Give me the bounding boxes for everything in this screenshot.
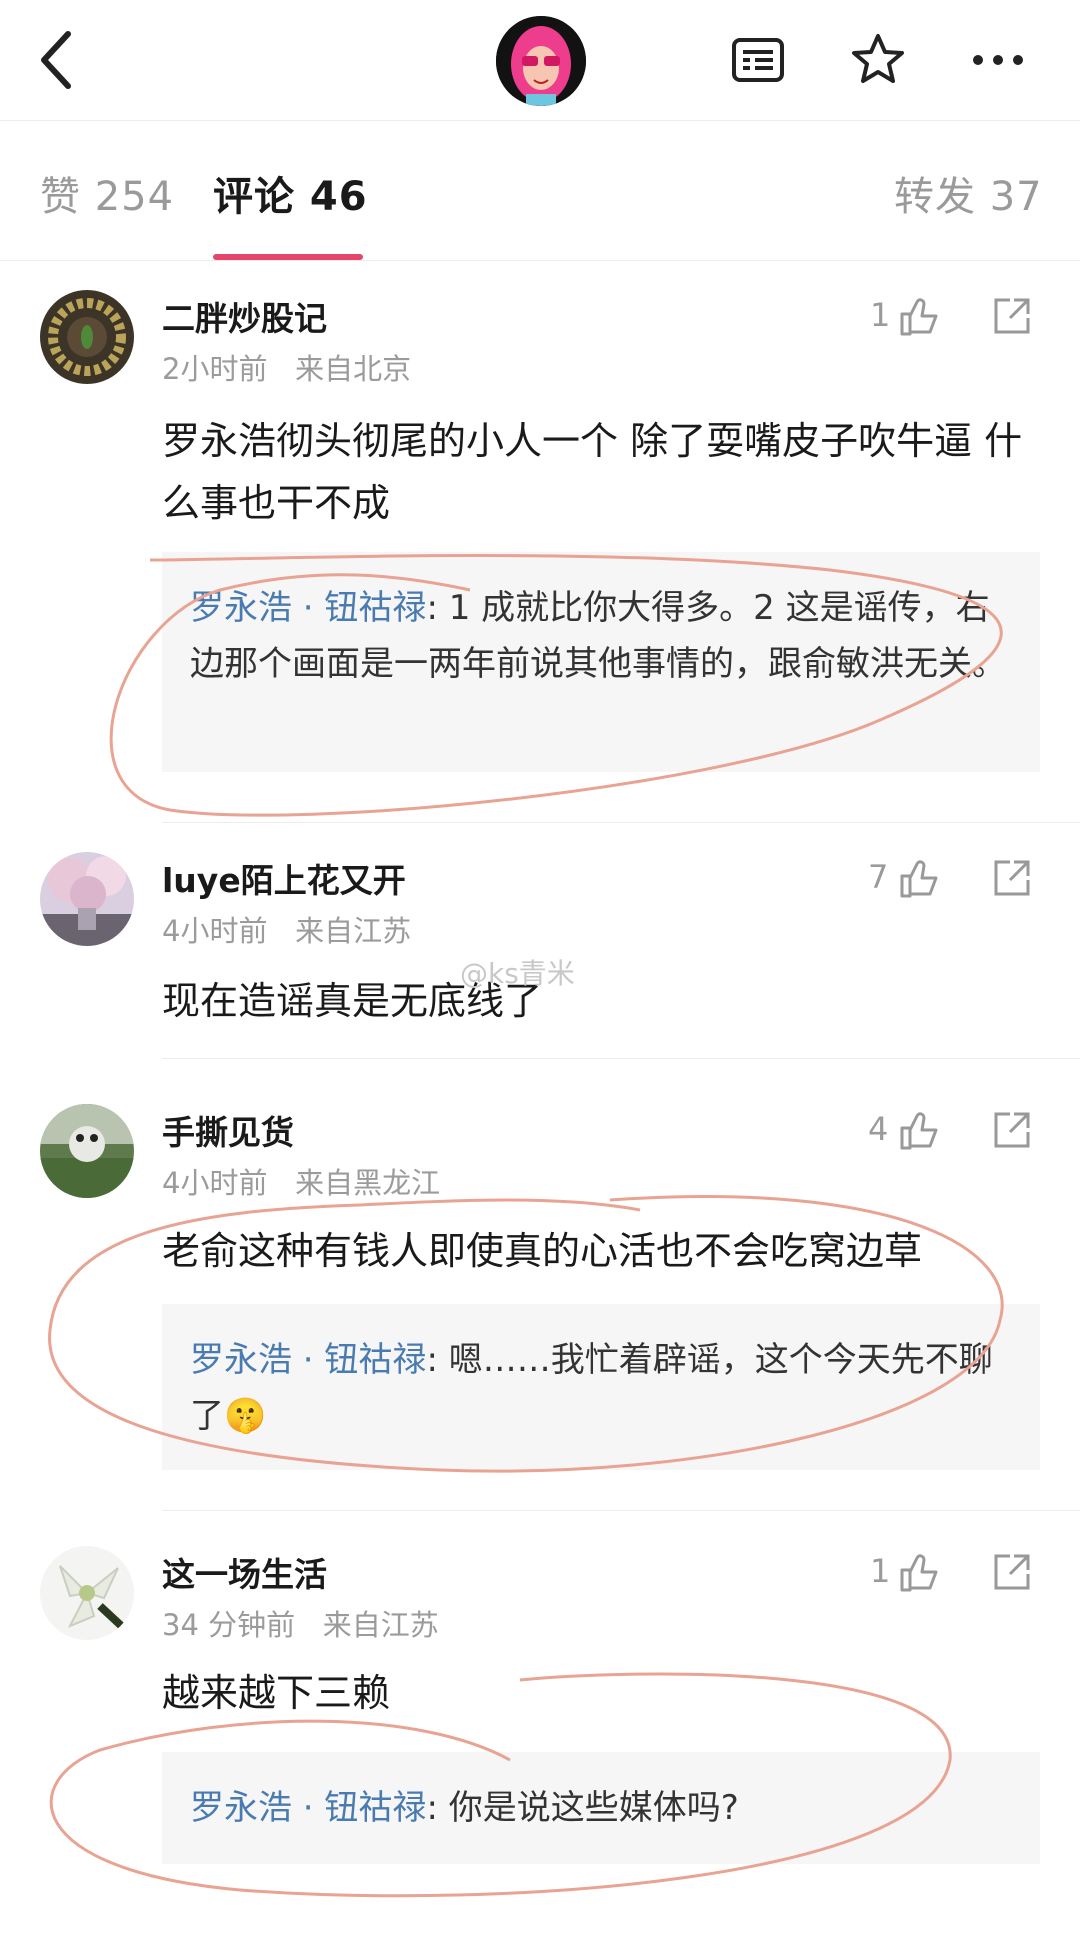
star-outline-icon[interactable] <box>850 32 906 88</box>
list-card-icon[interactable] <box>730 32 786 88</box>
comment-text: 老俞这种有钱人即使真的心活也不会吃窝边草 <box>162 1229 923 1273</box>
thumb-up-icon[interactable] <box>898 856 942 900</box>
top-bar <box>0 0 1080 121</box>
share-icon[interactable] <box>990 856 1034 900</box>
reply-text: 罗永浩 · 钮祜禄: 嗯……我忙着辟谣，这个今天先不聊了🤫 <box>190 1340 993 1436</box>
share-icon[interactable] <box>990 1550 1034 1594</box>
comment-time: 34 分钟前 <box>162 1608 296 1642</box>
divider <box>162 1058 1080 1059</box>
comment-meta: 4小时前 来自黑龙江 <box>162 1160 440 1202</box>
like-count: 1 <box>870 1552 891 1590</box>
like-count: 7 <box>868 858 889 896</box>
thumb-up-icon[interactable] <box>898 1550 942 1594</box>
reply-text: 罗永浩 · 钮祜禄: 1 成就比你大得多。2 这是谣传，右边那个画面是一两年前说… <box>190 588 1006 684</box>
divider <box>162 1510 1080 1511</box>
username[interactable]: 二胖炒股记 <box>162 292 327 340</box>
chevron-left-icon[interactable] <box>38 28 78 92</box>
username[interactable]: 这一场生活 <box>162 1548 327 1596</box>
comment-text: 罗永浩彻头彻尾的小人一个 除了耍嘴皮子吹牛逼 什么事也干不成 <box>162 419 1023 525</box>
pink-hair-avatar-icon <box>496 16 586 106</box>
tab-comments[interactable]: 评论 46 <box>213 164 368 222</box>
thumb-up-icon[interactable] <box>898 1108 942 1152</box>
comment-location: 来自江苏 <box>295 914 412 948</box>
comment-location: 来自北京 <box>295 352 412 386</box>
reply-text: 罗永浩 · 钮祜禄: 你是说这些媒体吗? <box>190 1788 739 1828</box>
comment-meta: 4小时前 来自江苏 <box>162 908 411 950</box>
like-count: 4 <box>868 1110 889 1148</box>
avatar[interactable] <box>40 1104 134 1198</box>
reply-author[interactable]: 罗永浩 · 钮祜禄 <box>190 588 426 628</box>
avatar[interactable] <box>496 16 586 106</box>
avatar[interactable] <box>40 852 134 946</box>
reply-author[interactable]: 罗永浩 · 钮祜禄 <box>190 1788 426 1828</box>
reply-box[interactable]: 罗永浩 · 钮祜禄: 嗯……我忙着辟谣，这个今天先不聊了🤫 <box>162 1304 1040 1470</box>
like-count: 1 <box>870 296 891 334</box>
comment-time: 4小时前 <box>162 914 268 948</box>
thumb-up-icon[interactable] <box>898 294 942 338</box>
username[interactable]: 手撕见货 <box>162 1106 294 1154</box>
tab-likes[interactable]: 赞 254 <box>40 164 174 222</box>
active-tab-indicator <box>213 254 363 260</box>
reply-box[interactable]: 罗永浩 · 钮祜禄: 你是说这些媒体吗? <box>162 1752 1040 1864</box>
tab-bar: 赞 254 评论 46 转发 37 <box>0 120 1080 261</box>
reply-author[interactable]: 罗永浩 · 钮祜禄 <box>190 1340 426 1380</box>
avatar[interactable] <box>40 290 134 384</box>
tab-reposts[interactable]: 转发 37 <box>894 164 1043 222</box>
comment-location: 来自江苏 <box>322 1608 439 1642</box>
share-icon[interactable] <box>990 294 1034 338</box>
username[interactable]: luye陌上花又开 <box>162 854 406 902</box>
watermark: @ks青米 <box>460 957 575 990</box>
comment-text: 现在造谣真是无底线了 <box>162 979 543 1023</box>
ellipsis-icon[interactable] <box>970 32 1026 88</box>
comment-meta: 2小时前 来自北京 <box>162 346 411 388</box>
comment-location: 来自黑龙江 <box>295 1166 441 1200</box>
avatar[interactable] <box>40 1546 134 1640</box>
reply-box[interactable]: 罗永浩 · 钮祜禄: 1 成就比你大得多。2 这是谣传，右边那个画面是一两年前说… <box>162 552 1040 772</box>
divider <box>162 822 1080 823</box>
share-icon[interactable] <box>990 1108 1034 1152</box>
comment-time: 4小时前 <box>162 1166 268 1200</box>
comment-text: 越来越下三赖 <box>162 1671 391 1715</box>
comment-time: 2小时前 <box>162 352 268 386</box>
comment-meta: 34 分钟前 来自江苏 <box>162 1602 439 1644</box>
